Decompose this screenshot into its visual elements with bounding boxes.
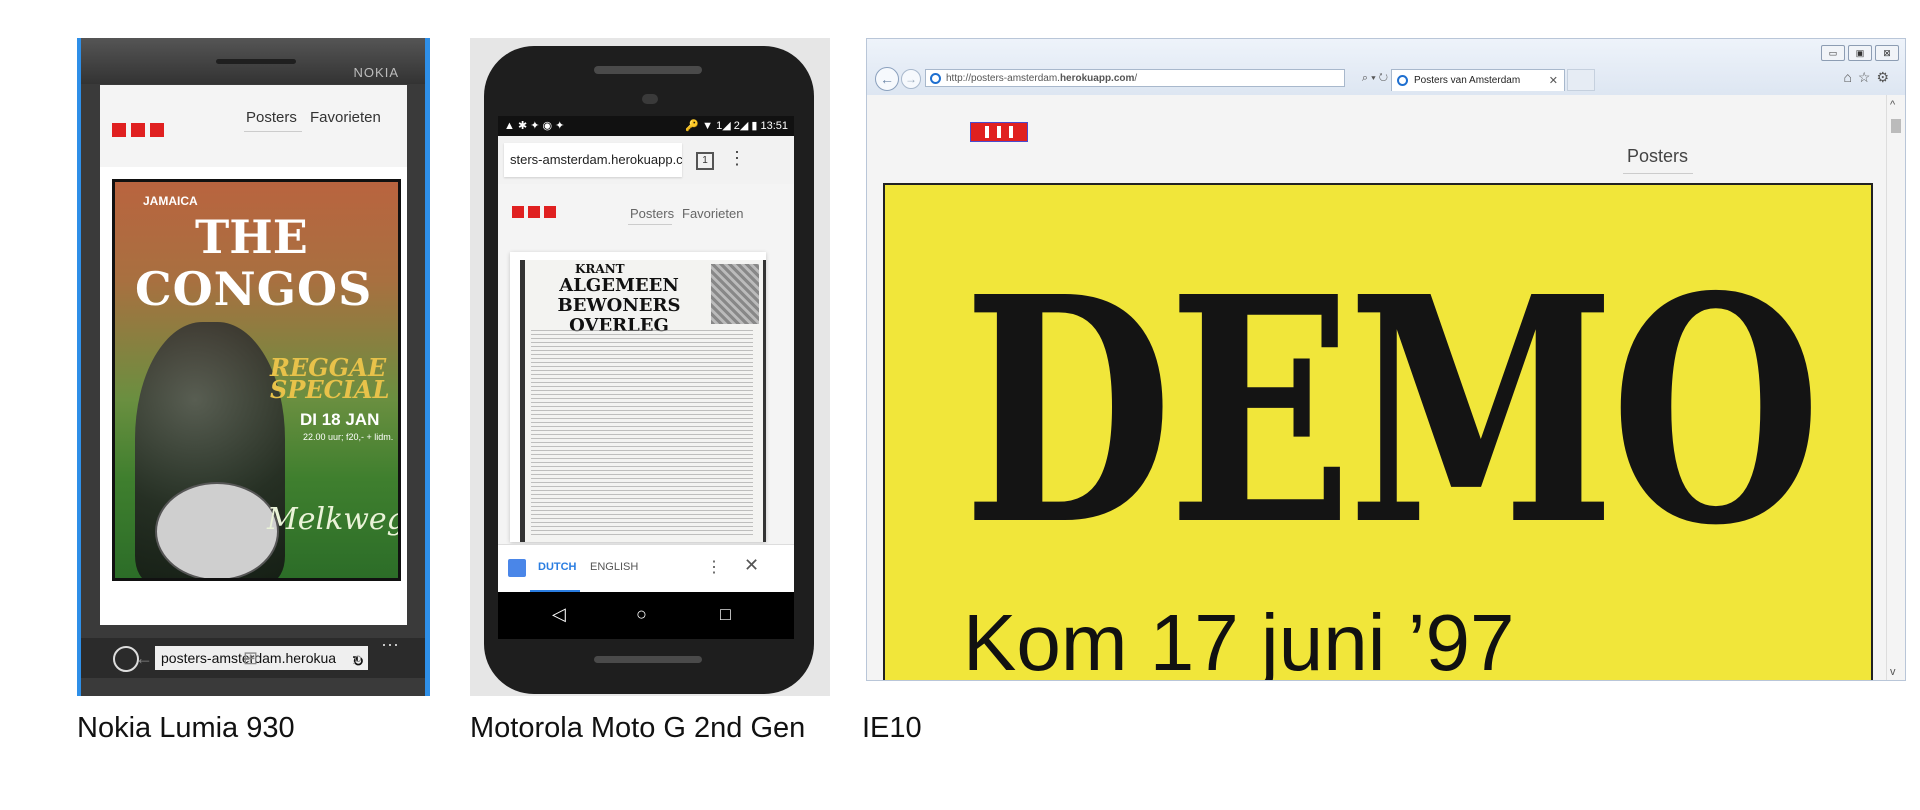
device-body: ▲ ✱ ✦ ◉ ✦ 🔑 ▼ 1◢ 2◢ ▮ 13:51 sters-amster… bbox=[484, 46, 814, 694]
poster-text-jamaica: JAMAICA bbox=[143, 194, 198, 208]
poster-subtitle: REGGAE SPECIAL bbox=[270, 356, 390, 404]
site-logo[interactable] bbox=[112, 123, 164, 137]
address-bar[interactable]: http://posters-amsterdam.herokuapp.com/ bbox=[925, 69, 1345, 87]
close-button[interactable]: ⊠ bbox=[1875, 45, 1899, 61]
status-bar: ▲ ✱ ✦ ◉ ✦ 🔑 ▼ 1◢ 2◢ ▮ 13:51 bbox=[498, 116, 794, 136]
poster-title-the: THE bbox=[195, 210, 308, 264]
earpiece-speaker bbox=[216, 59, 296, 64]
scroll-down-icon[interactable]: v bbox=[1890, 666, 1896, 678]
device-edge bbox=[77, 38, 81, 696]
browser-tab[interactable]: Posters van Amsterdam ✕ bbox=[1391, 69, 1565, 91]
tab-count-icon[interactable]: 1 bbox=[696, 152, 714, 170]
minimize-button[interactable]: ▭ bbox=[1821, 45, 1845, 61]
recents-icon[interactable]: □ bbox=[720, 604, 731, 625]
caption-nokia: Nokia Lumia 930 bbox=[77, 712, 295, 744]
device-top-bezel: NOKIA bbox=[81, 38, 425, 84]
newspaper-columns bbox=[531, 330, 753, 536]
translate-tab-english[interactable]: ENGLISH bbox=[590, 561, 638, 573]
device-brand: NOKIA bbox=[353, 65, 399, 80]
phone-screen: ▲ ✱ ✦ ◉ ✦ 🔑 ▼ 1◢ 2◢ ▮ 13:51 sters-amster… bbox=[498, 116, 794, 639]
google-translate-icon bbox=[508, 559, 526, 577]
poster-container: JAMAICA THE CONGOS REGGAE SPECIAL DI 18 … bbox=[100, 167, 407, 625]
tab-close-icon[interactable]: ✕ bbox=[1549, 70, 1558, 92]
ie-logo-icon bbox=[930, 73, 941, 84]
poster-subtitle-line2: SPECIAL bbox=[270, 375, 390, 404]
moto-g-device: ▲ ✱ ✦ ◉ ✦ 🔑 ▼ 1◢ 2◢ ▮ 13:51 sters-amster… bbox=[470, 38, 830, 696]
maximize-button[interactable]: ▣ bbox=[1848, 45, 1872, 61]
translate-close-icon[interactable]: ✕ bbox=[744, 555, 759, 576]
back-icon[interactable]: ← bbox=[875, 67, 899, 91]
nav-underline bbox=[1623, 173, 1693, 174]
poster-title-congos: CONGOS bbox=[135, 262, 373, 316]
nav-underline bbox=[628, 224, 672, 225]
home-icon[interactable]: ○ bbox=[636, 604, 647, 625]
home-favorites-settings-icons[interactable]: ⌂☆⚙ bbox=[1843, 69, 1895, 86]
scroll-thumb[interactable] bbox=[1891, 119, 1901, 133]
site-header: Posters Favorieten bbox=[100, 85, 407, 167]
back-icon[interactable]: ◁ bbox=[552, 604, 566, 625]
nav-posters[interactable]: Posters bbox=[1627, 146, 1688, 167]
search-key-icon[interactable]: ⌕ bbox=[353, 648, 363, 669]
phone-screen: Posters Favorieten JAMAICA THE CONGOS RE… bbox=[100, 85, 407, 625]
poster-drum bbox=[155, 482, 279, 578]
nav-posters[interactable]: Posters bbox=[246, 109, 297, 126]
nav-underline bbox=[244, 131, 302, 132]
earpiece-speaker bbox=[594, 66, 702, 74]
poster-headline: DEMO bbox=[963, 230, 1821, 594]
browser-chrome: ▭ ▣ ⊠ ← → http://posters-amsterdam.herok… bbox=[867, 39, 1905, 96]
vertical-scrollbar[interactable]: ^ v bbox=[1886, 95, 1905, 680]
caption-moto: Motorola Moto G 2nd Gen bbox=[470, 712, 806, 744]
back-key-icon[interactable]: ← bbox=[135, 648, 153, 669]
scroll-up-icon[interactable]: ^ bbox=[1890, 99, 1895, 111]
nav-favorieten[interactable]: Favorieten bbox=[310, 109, 381, 126]
poster-date: DI 18 JAN bbox=[300, 410, 380, 429]
device-edge bbox=[425, 38, 430, 696]
window-controls: ▭ ▣ ⊠ bbox=[1821, 45, 1899, 61]
poster-venue: Melkweg bbox=[267, 502, 401, 537]
page-viewport: Posters DEMO Kom 17 juni ’97 bbox=[867, 95, 1889, 681]
poster-container: KRANT ALGEMEEN BEWONERS OVERLEG bbox=[498, 244, 794, 544]
nav-favorieten[interactable]: Favorieten bbox=[682, 206, 743, 221]
windows-key-icon[interactable]: ⊞ bbox=[243, 648, 258, 669]
newspaper-page: KRANT ALGEMEEN BEWONERS OVERLEG bbox=[520, 260, 766, 542]
poster-image[interactable]: KRANT ALGEMEEN BEWONERS OVERLEG bbox=[510, 252, 766, 542]
android-nav-bar: ◁ ○ □ bbox=[498, 592, 794, 639]
address-suffix: / bbox=[1134, 73, 1138, 84]
url-field[interactable]: sters-amsterdam.herokuapp.com bbox=[504, 143, 682, 177]
address-domain: herokuapp.com bbox=[1059, 73, 1135, 84]
browser-toolbar: sters-amsterdam.herokuapp.com 1 ⋮ bbox=[498, 136, 794, 185]
translate-tab-dutch[interactable]: DUTCH bbox=[538, 561, 577, 573]
menu-icon[interactable]: ⋮ bbox=[728, 148, 746, 169]
poster-headline: ALGEMEEN BEWONERS OVERLEG bbox=[557, 275, 681, 336]
poster-price: 22.00 uur; f20,- + lidm. bbox=[303, 432, 394, 442]
status-icons-left: ▲ ✱ ✦ ◉ ✦ bbox=[504, 120, 565, 132]
site-logo[interactable] bbox=[970, 122, 1028, 142]
tab-title: Posters van Amsterdam bbox=[1414, 75, 1521, 86]
translate-more-icon[interactable]: ⋮ bbox=[706, 557, 722, 577]
nokia-lumia-device: NOKIA Posters Favorieten JAMAICA THE CON… bbox=[77, 38, 430, 696]
poster-subline: Kom 17 juni ’97 bbox=[963, 598, 1515, 681]
newspaper-photo bbox=[711, 264, 759, 324]
forward-icon[interactable]: → bbox=[901, 69, 921, 89]
more-icon[interactable]: ··· bbox=[381, 634, 399, 655]
address-prefix: http://posters-amsterdam. bbox=[946, 73, 1060, 84]
nav-posters[interactable]: Posters bbox=[630, 206, 674, 221]
site-header: Posters Favorieten bbox=[498, 184, 794, 244]
new-tab-button[interactable] bbox=[1567, 69, 1595, 91]
poster-image[interactable]: DEMO Kom 17 juni ’97 bbox=[883, 183, 1873, 681]
front-camera bbox=[642, 94, 658, 104]
status-icons-right: 🔑 ▼ 1◢ 2◢ ▮ 13:51 bbox=[685, 120, 788, 132]
bottom-speaker bbox=[594, 656, 702, 663]
poster-masthead: KRANT bbox=[575, 262, 625, 276]
caption-ie: IE10 bbox=[862, 712, 922, 744]
url-field[interactable]: posters-amsterdam.herokua ↻ bbox=[155, 646, 368, 670]
ie10-window: ▭ ▣ ⊠ ← → http://posters-amsterdam.herok… bbox=[866, 38, 1906, 681]
site-logo[interactable] bbox=[512, 206, 556, 218]
poster-image[interactable]: JAMAICA THE CONGOS REGGAE SPECIAL DI 18 … bbox=[112, 179, 401, 581]
tab-favicon-icon bbox=[1397, 75, 1408, 86]
translate-bar: DUTCH ENGLISH ⋮ ✕ bbox=[498, 544, 794, 593]
